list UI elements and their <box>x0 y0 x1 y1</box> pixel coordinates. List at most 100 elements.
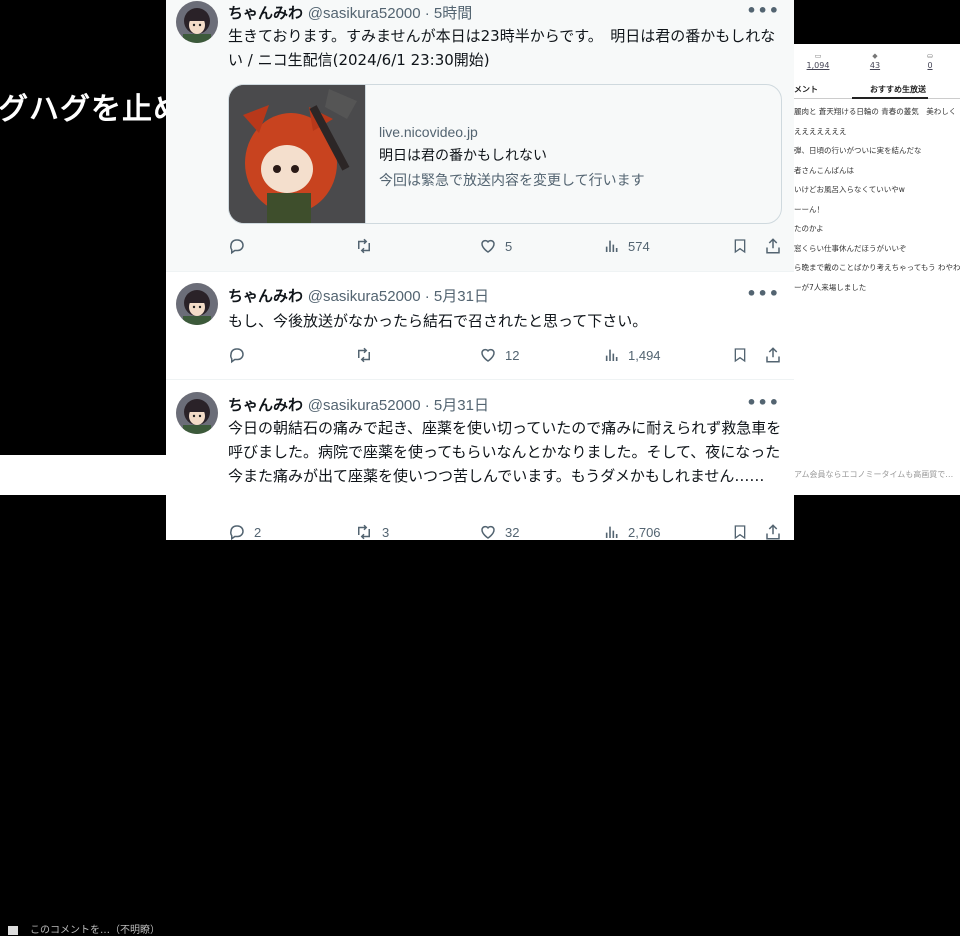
retweet-button[interactable]: 3 <box>354 522 389 540</box>
display-name[interactable]: ちゃんみわ <box>228 396 303 414</box>
views-icon <box>605 349 618 361</box>
more-options-icon[interactable]: ••• <box>746 1 780 20</box>
bookmark-button[interactable] <box>732 236 748 256</box>
views-button[interactable]: 2,706 <box>604 522 661 540</box>
heart-icon <box>481 525 495 539</box>
reply-icon <box>230 239 244 255</box>
retweet-icon <box>358 238 370 254</box>
more-options-icon[interactable]: ••• <box>746 393 780 412</box>
retweet-icon <box>358 347 370 363</box>
comments-count: 43 <box>869 61 881 70</box>
retweet-button[interactable] <box>354 236 382 256</box>
reply-count: 2 <box>254 524 262 540</box>
tweet[interactable]: ちゃんみわ @sasikura52000 · 5月31日 ••• もし、今後放送… <box>166 271 794 380</box>
avatar[interactable] <box>176 1 218 43</box>
comment-row: ーが7人来場しました <box>794 282 867 292</box>
comment-tabs: メント おすすめ生放送 <box>794 78 960 99</box>
tweet-header: ちゃんみわ @sasikura52000 · 5時間 <box>228 2 472 24</box>
bookmark-icon <box>734 348 746 363</box>
video-overlay-text: グハグを止め <box>0 92 184 127</box>
viewers-stat: ▭ 1,094 <box>798 52 838 70</box>
tab-comments[interactable]: メント <box>794 84 818 95</box>
card-body: live.nicovideo.jp 明日は君の番かもしれない 今回は緊急で放送内… <box>379 121 774 193</box>
notice-icon <box>8 925 18 935</box>
like-button[interactable]: 5 <box>479 236 512 256</box>
comment-row: えええええええ <box>794 126 847 136</box>
comment-row: ーーん！ <box>794 204 824 214</box>
views-button[interactable]: 574 <box>604 236 650 256</box>
tweet-text: もし、今後放送がなかったら結石で召されたと思って下さい。 <box>228 312 648 330</box>
like-count: 12 <box>505 347 520 363</box>
views-button[interactable]: 1,494 <box>604 345 661 365</box>
gift-icon: ⛀ <box>927 52 933 60</box>
like-button[interactable]: 32 <box>479 522 519 540</box>
timeline: ちゃんみわ @sasikura52000 · 5時間 ••• 生きております。す… <box>166 0 794 540</box>
stream-stats: ▭ 1,094 ◆ 43 ⛀ 0 <box>794 52 960 76</box>
gifts-count: 0 <box>927 61 933 70</box>
bookmark-icon <box>734 239 746 254</box>
handle-and-time[interactable]: @sasikura52000 · 5月31日 <box>308 288 489 305</box>
link-card[interactable]: live.nicovideo.jp 明日は君の番かもしれない 今回は緊急で放送内… <box>228 84 782 224</box>
comments-icon: ◆ <box>872 52 878 60</box>
card-title: 明日は君の番かもしれない <box>379 148 547 164</box>
like-button[interactable]: 12 <box>479 345 519 365</box>
panel-footer: アム会員ならエコノミータイムも高画質で… <box>794 455 960 495</box>
comment-row: ら晩まで戴のことばかり考えちゃってもう わやわ <box>794 263 960 272</box>
comment-row: いけどお風呂入らなくていいやw <box>794 185 905 194</box>
more-options-icon[interactable]: ••• <box>746 284 780 303</box>
tweet-header: ちゃんみわ @sasikura52000 · 5月31日 <box>228 285 489 307</box>
tweet[interactable]: ちゃんみわ @sasikura52000 · 5時間 ••• 生きております。す… <box>166 0 794 272</box>
reply-button[interactable] <box>228 236 254 256</box>
share-icon <box>766 238 780 254</box>
retweet-button[interactable] <box>354 345 382 365</box>
views-icon <box>605 526 618 538</box>
reply-icon <box>230 525 244 540</box>
share-button[interactable] <box>764 345 782 365</box>
tweet-actions: 12 1,494 <box>228 345 784 365</box>
bookmark-icon <box>734 525 746 540</box>
stream-background <box>0 0 166 44</box>
comment-row: 麗肉と 蒼天翔ける日輪の 青春の叢気 美わしく <box>794 107 957 116</box>
view-count: 2,706 <box>628 524 661 540</box>
share-button[interactable] <box>764 522 782 540</box>
reply-button[interactable] <box>228 345 254 365</box>
display-name[interactable]: ちゃんみわ <box>228 4 303 22</box>
avatar[interactable] <box>176 392 218 434</box>
gifts-stat[interactable]: ⛀ 0 <box>910 52 950 70</box>
retweet-icon <box>358 524 370 540</box>
tweet-header: ちゃんみわ @sasikura52000 · 5月31日 <box>228 394 489 416</box>
tab-recommended[interactable]: おすすめ生放送 <box>870 84 926 95</box>
tweet-actions: 5 574 <box>228 236 784 256</box>
views-icon <box>605 240 618 252</box>
handle-and-time[interactable]: @sasikura52000 · 5時間 <box>308 5 472 22</box>
avatar[interactable] <box>176 283 218 325</box>
comment-row: たのかよ <box>794 224 824 233</box>
card-thumbnail <box>229 85 366 223</box>
tweet[interactable]: ちゃんみわ @sasikura52000 · 5月31日 ••• 今日の朝結石の… <box>166 380 794 540</box>
view-count: 574 <box>628 238 650 254</box>
share-icon <box>766 524 780 540</box>
player-notice-text: このコメントを…（不明瞭） <box>30 925 160 936</box>
card-description: 今回は緊急で放送内容を変更して行います <box>379 173 645 189</box>
viewers-icon: ▭ <box>814 52 822 60</box>
viewers-count: 1,094 <box>806 61 830 70</box>
tab-underline <box>852 97 928 99</box>
view-count: 1,494 <box>628 347 661 363</box>
bookmark-button[interactable] <box>732 345 748 365</box>
tweet-text: 今日の朝結石の痛みで起き、座薬を使い切っていたので痛みに耐えられず救急車を呼びま… <box>228 419 782 485</box>
premium-notice: アム会員ならエコノミータイムも高画質で… <box>794 470 954 479</box>
comment-row: 弾、日頃の行いがついに実を結んだな <box>794 146 922 155</box>
reply-icon <box>230 348 244 364</box>
handle-and-time[interactable]: @sasikura52000 · 5月31日 <box>308 397 489 414</box>
bookmark-button[interactable] <box>732 522 748 540</box>
retweet-count: 3 <box>382 524 390 540</box>
tweet-actions: 2 3 32 2,706 <box>228 522 784 540</box>
display-name[interactable]: ちゃんみわ <box>228 287 303 305</box>
comments-stat[interactable]: ◆ 43 <box>855 52 895 70</box>
comment-list: 麗肉と 蒼天翔ける日輪の 青春の叢気 美わしく えええええええ 弾、日頃の行いが… <box>794 102 960 297</box>
player-notice: このコメントを…（不明瞭） <box>8 921 160 936</box>
heart-icon <box>481 239 495 253</box>
comment-row: 窓くらい仕事休んだほうがいいぞ <box>794 243 907 253</box>
reply-button[interactable]: 2 <box>228 522 261 540</box>
share-button[interactable] <box>764 236 782 256</box>
